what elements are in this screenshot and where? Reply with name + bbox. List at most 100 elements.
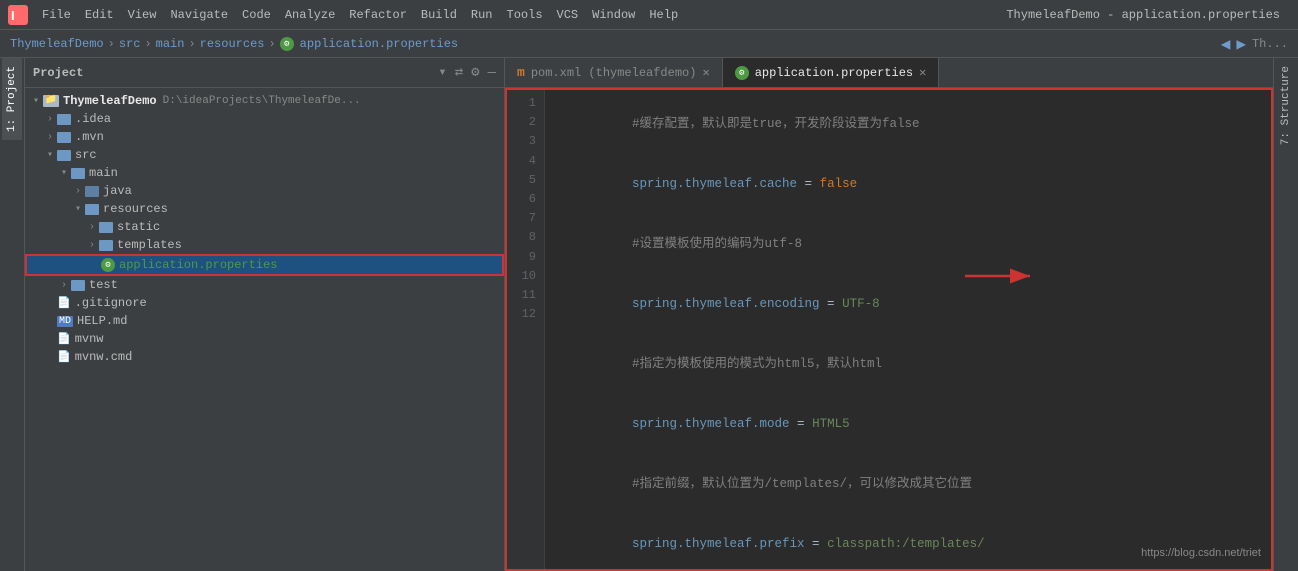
breadcrumb-main[interactable]: main — [156, 37, 185, 51]
breadcrumb-file[interactable]: application.properties — [300, 37, 458, 51]
tab-properties-close[interactable]: ✕ — [919, 65, 926, 80]
watermark: https://blog.csdn.net/triet — [1141, 545, 1261, 563]
menu-file[interactable]: File — [36, 6, 77, 24]
tree-label-idea: .idea — [75, 112, 111, 126]
sidebar-tab-project[interactable]: 1: Project — [2, 58, 22, 140]
svg-text:I: I — [11, 8, 15, 23]
panel-sync-icon[interactable]: ⇄ — [455, 64, 463, 81]
folder-icon-src — [57, 150, 71, 161]
tree-item-helpmd[interactable]: › MD HELP.md — [25, 312, 504, 330]
tree-item-main[interactable]: ▾ main — [25, 164, 504, 182]
panel-settings-icon[interactable]: ⚙ — [471, 64, 479, 81]
menu-navigate[interactable]: Navigate — [164, 6, 234, 24]
tree-item-src[interactable]: ▾ src — [25, 146, 504, 164]
tree-arrow-idea: › — [43, 114, 57, 125]
tree-item-java[interactable]: › java — [25, 182, 504, 200]
menu-analyze[interactable]: Analyze — [279, 6, 341, 24]
tree-item-resources[interactable]: ▾ resources — [25, 200, 504, 218]
tree-label-static: static — [117, 220, 160, 234]
value-6: HTML5 — [812, 417, 850, 431]
breadcrumb-bar: ThymeleafDemo › src › main › resources ›… — [0, 30, 1298, 58]
panel-header: Project ▾ ⇄ ⚙ — — [25, 58, 504, 88]
code-line-1: #缓存配置，默认即是true，开发阶段设置为false — [557, 94, 1261, 154]
tree-item-gitignore[interactable]: › 📄 .gitignore — [25, 294, 504, 312]
tree-label-mvnw: mvnw — [75, 332, 104, 346]
line-num-4: 4 — [505, 152, 536, 171]
tree-arrow-resources: ▾ — [71, 203, 85, 215]
comment-5: #指定为模板使用的模式为html5，默认html — [632, 357, 882, 371]
line-num-2: 2 — [505, 113, 536, 132]
folder-icon-test — [71, 280, 85, 291]
tree-item-root[interactable]: ▾ 📁 ThymeleafDemo D:\ideaProjects\Thymel… — [25, 92, 504, 110]
tree-item-idea[interactable]: › .idea — [25, 110, 504, 128]
breadcrumb-project[interactable]: ThymeleafDemo — [10, 37, 104, 51]
menu-tools[interactable]: Tools — [501, 6, 549, 24]
menu-help[interactable]: Help — [643, 6, 684, 24]
run-label: Th... — [1252, 37, 1288, 51]
tree-item-mvn[interactable]: › .mvn — [25, 128, 504, 146]
breadcrumb-src[interactable]: src — [119, 37, 141, 51]
line-num-7: 7 — [505, 209, 536, 228]
tree-label-resources: resources — [103, 202, 168, 216]
code-line-5: #指定为模板使用的模式为html5，默认html — [557, 334, 1261, 394]
panel-minimize-icon[interactable]: — — [488, 65, 496, 81]
value-4: UTF-8 — [842, 297, 880, 311]
tree-arrow-test: › — [57, 280, 71, 291]
code-content[interactable]: #缓存配置，默认即是true，开发阶段设置为false spring.thyme… — [545, 88, 1273, 571]
menu-build[interactable]: Build — [415, 6, 463, 24]
panel-title: Project — [33, 66, 430, 80]
line-numbers: 1 2 3 4 5 6 7 8 9 10 11 12 — [505, 88, 545, 571]
nav-back-icon[interactable]: ◀ — [1221, 34, 1231, 54]
tree-arrow-root: ▾ — [29, 95, 43, 107]
tree-arrow-static: › — [85, 222, 99, 233]
key-4: spring.thymeleaf.encoding — [632, 297, 820, 311]
tree-label-mvn: .mvn — [75, 130, 104, 144]
properties-tab-icon: ⚙ — [735, 66, 749, 80]
line-num-8: 8 — [505, 228, 536, 247]
sidebar-tab-structure[interactable]: 7: Structure — [1276, 58, 1296, 153]
breadcrumb-sep-2: › — [144, 37, 151, 51]
menu-vcs[interactable]: VCS — [551, 6, 585, 24]
code-line-7: #指定前缀，默认位置为/templates/，可以修改成其它位置 — [557, 454, 1261, 514]
panel-dropdown-icon[interactable]: ▾ — [438, 64, 446, 81]
folder-icon-main — [71, 168, 85, 179]
tree-label-java: java — [103, 184, 132, 198]
tab-pom-close[interactable]: ✕ — [702, 65, 709, 80]
menu-code[interactable]: Code — [236, 6, 277, 24]
tree-item-app-properties[interactable]: › ⚙ application.properties — [25, 254, 504, 276]
mvnwcmd-icon: 📄 — [57, 350, 71, 364]
menu-view[interactable]: View — [122, 6, 163, 24]
tree-item-mvnw[interactable]: › 📄 mvnw — [25, 330, 504, 348]
tree-item-test[interactable]: › test — [25, 276, 504, 294]
tree-item-static[interactable]: › static — [25, 218, 504, 236]
value-2: false — [820, 177, 858, 191]
tab-pom[interactable]: m pom.xml (thymeleafdemo) ✕ — [505, 58, 723, 87]
title-bar: I File Edit View Navigate Code Analyze R… — [0, 0, 1298, 30]
line-num-11: 11 — [505, 286, 536, 305]
line-num-9: 9 — [505, 248, 536, 267]
tab-properties[interactable]: ⚙ application.properties ✕ — [723, 58, 940, 87]
comment-3: #设置模板使用的编码为utf-8 — [632, 237, 802, 251]
tree-arrow-templates: › — [85, 240, 99, 251]
menu-edit[interactable]: Edit — [79, 6, 120, 24]
tree-label-helpmd: HELP.md — [77, 314, 127, 328]
tree-label-app-properties: application.properties — [119, 258, 277, 272]
app-logo: I — [8, 5, 28, 25]
menu-run[interactable]: Run — [465, 6, 499, 24]
side-tabs-left: 1: Project — [0, 58, 25, 571]
breadcrumb-resources[interactable]: resources — [200, 37, 265, 51]
line-num-10: 10 — [505, 267, 536, 286]
gitignore-icon: 📄 — [57, 296, 71, 310]
folder-icon-java — [85, 186, 99, 197]
tree-item-templates[interactable]: › templates — [25, 236, 504, 254]
code-editor[interactable]: 1 2 3 4 5 6 7 8 9 10 11 12 #缓存配置，默认即是tru… — [505, 88, 1273, 571]
run-config-icon[interactable]: ▶ — [1236, 34, 1246, 54]
comment-7: #指定前缀，默认位置为/templates/，可以修改成其它位置 — [632, 477, 972, 491]
maven-icon: m — [517, 65, 525, 80]
tree-label-test: test — [89, 278, 118, 292]
tree-item-mvnwcmd[interactable]: › 📄 mvnw.cmd — [25, 348, 504, 366]
menu-window[interactable]: Window — [586, 6, 641, 24]
side-tabs-right: 7: Structure — [1273, 58, 1298, 571]
menu-refactor[interactable]: Refactor — [343, 6, 413, 24]
tree-label-mvnwcmd: mvnw.cmd — [75, 350, 133, 364]
